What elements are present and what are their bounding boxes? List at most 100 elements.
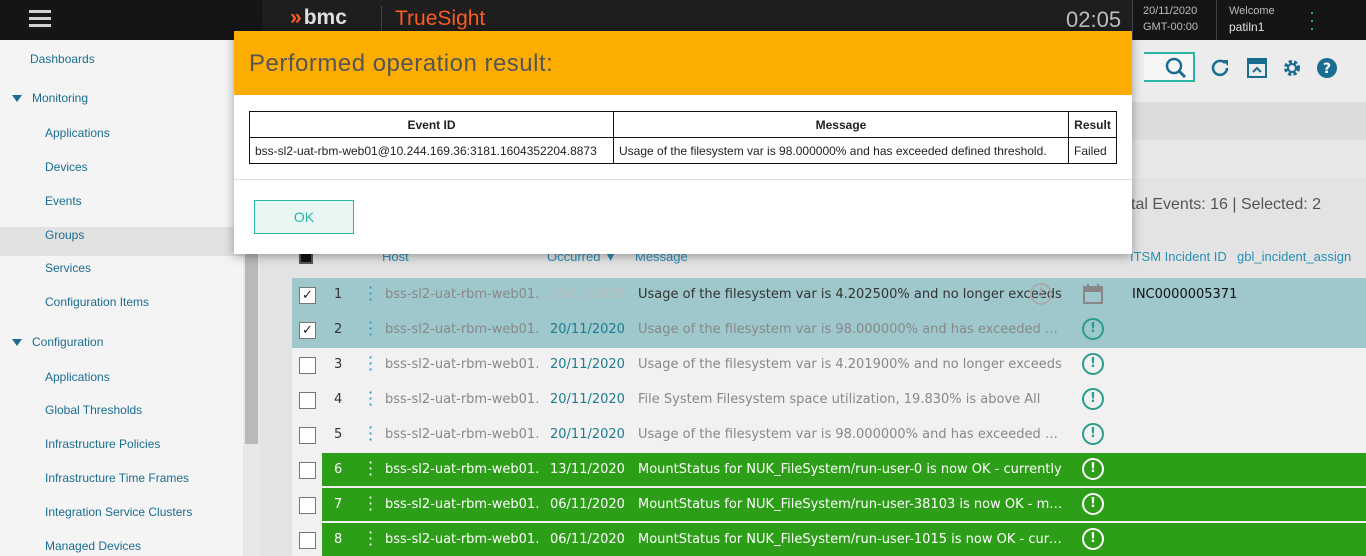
alert-icon[interactable]: ! bbox=[1082, 458, 1104, 480]
result-table-row: bss-sl2-uat-rbm-web01@10.244.169.36:3181… bbox=[249, 137, 1117, 164]
date-box: 20/11/2020 GMT-00:00 bbox=[1132, 0, 1216, 40]
row-actions-icon[interactable]: · · · bbox=[368, 385, 374, 413]
row-checkbox[interactable]: ✓ bbox=[299, 287, 316, 304]
table-row[interactable]: 5 · · · bss-sl2-uat-rbm-web01. 20/11/2020 … bbox=[292, 418, 1366, 453]
more-options-icon[interactable]: · · · bbox=[1305, 3, 1319, 37]
row-actions-icon[interactable]: · · · bbox=[368, 350, 374, 378]
alert-icon[interactable]: ! bbox=[1082, 423, 1104, 445]
alert-icon[interactable]: ! bbox=[1082, 353, 1104, 375]
row-occurred: 20/11/2020 bbox=[550, 357, 625, 372]
ok-button[interactable]: OK bbox=[254, 200, 354, 234]
row-message: Usage of the filesystem var is 98.000000… bbox=[638, 427, 1064, 442]
row-number: 7 bbox=[334, 497, 343, 512]
table-row[interactable]: 7 · · · bss-sl2-uat-rbm-web01. 06/11/2020 … bbox=[292, 488, 1366, 523]
sidebar-section-monitoring[interactable]: Monitoring bbox=[12, 91, 88, 105]
row-actions-icon[interactable]: · · · bbox=[368, 315, 374, 343]
row-number: 8 bbox=[334, 532, 343, 547]
menu-icon[interactable] bbox=[29, 10, 51, 28]
row-checkbox[interactable] bbox=[299, 532, 316, 549]
table-row[interactable]: 4 · · · bss-sl2-uat-rbm-web01. 20/11/2020 … bbox=[292, 383, 1366, 418]
row-occurred: 20/11/2020 bbox=[550, 322, 625, 337]
table-row[interactable]: 6 · · · bss-sl2-uat-rbm-web01. 13/11/2020 … bbox=[292, 453, 1366, 488]
sidebar-item-configuration-items[interactable]: Configuration Items bbox=[45, 295, 149, 309]
sidebar-item-managed-devices[interactable]: Managed Devices bbox=[45, 539, 141, 553]
row-checkbox[interactable] bbox=[299, 497, 316, 514]
row-occurred: 20/11/2020 bbox=[550, 392, 625, 407]
user-box[interactable]: Welcome patiln1 bbox=[1216, 0, 1296, 40]
row-host: bss-sl2-uat-rbm-web01. bbox=[385, 427, 540, 442]
alert-icon[interactable]: ! bbox=[1082, 388, 1104, 410]
sidebar-item-global-thresholds[interactable]: Global Thresholds bbox=[45, 403, 142, 417]
sidebar-item-config-applications[interactable]: Applications bbox=[45, 370, 110, 384]
header-message: Message bbox=[613, 111, 1069, 138]
result-table: Event ID Message Result bss-sl2-uat-rbm-… bbox=[249, 111, 1117, 164]
row-occurred: 06/11/2020 bbox=[550, 497, 625, 512]
row-message: File System Filesystem space utilization… bbox=[638, 392, 1041, 407]
clock: 02:05 bbox=[1066, 7, 1122, 32]
search-button[interactable] bbox=[1144, 52, 1195, 82]
alert-icon[interactable]: ! bbox=[1082, 528, 1104, 550]
result-table-header: Event ID Message Result bbox=[249, 111, 1117, 138]
row-checkbox[interactable] bbox=[299, 392, 316, 409]
alert-icon[interactable]: ! bbox=[1082, 493, 1104, 515]
sidebar-item-groups[interactable]: Groups bbox=[45, 228, 84, 242]
username: patiln1 bbox=[1229, 20, 1265, 34]
sidebar-item-devices[interactable]: Devices bbox=[45, 160, 88, 174]
row-incident-id: INC0000005371 bbox=[1132, 287, 1238, 302]
calendar-icon[interactable] bbox=[1082, 283, 1104, 305]
sidebar-item-integration-service-clusters[interactable]: Integration Service Clusters bbox=[45, 505, 192, 519]
row-number: 5 bbox=[334, 427, 343, 442]
row-checkbox[interactable] bbox=[299, 357, 316, 374]
gear-icon[interactable] bbox=[1280, 56, 1304, 80]
table-row[interactable]: 3 · · · bss-sl2-uat-rbm-web01. 20/11/2020 … bbox=[292, 348, 1366, 383]
alert-icon[interactable]: ! bbox=[1030, 283, 1052, 305]
table-row[interactable]: 8 · · · bss-sl2-uat-rbm-web01. 06/11/2020 … bbox=[292, 523, 1366, 556]
header-event-id: Event ID bbox=[249, 111, 614, 138]
table-row[interactable]: ✓ 1 · · · bss-sl2-uat-rbm-web01. 20/11/202… bbox=[292, 278, 1366, 313]
row-message: MountStatus for NUK_FileSystem/run-user-… bbox=[638, 532, 1064, 547]
sidebar-section-configuration[interactable]: Configuration bbox=[12, 335, 103, 349]
dialog-header: Performed operation result: bbox=[234, 31, 1132, 95]
dialog-divider bbox=[234, 179, 1132, 180]
column-itsm-incident[interactable]: ITSM Incident ID bbox=[1130, 249, 1227, 264]
row-checkbox[interactable] bbox=[299, 427, 316, 444]
date-text: 20/11/2020 bbox=[1143, 5, 1198, 17]
alert-icon[interactable]: ! bbox=[1082, 318, 1104, 340]
sidebar-item-events[interactable]: Events bbox=[45, 194, 82, 208]
row-host: bss-sl2-uat-rbm-web01. bbox=[385, 287, 540, 302]
row-checkbox[interactable]: ✓ bbox=[299, 322, 316, 339]
operation-result-dialog: Performed operation result: Event ID Mes… bbox=[234, 31, 1132, 254]
sidebar: Dashboards Monitoring Applications Devic… bbox=[0, 40, 260, 556]
row-actions-icon[interactable]: · · · bbox=[368, 280, 374, 308]
row-host: bss-sl2-uat-rbm-web01. bbox=[385, 462, 540, 477]
row-actions-icon[interactable]: · · · bbox=[368, 420, 374, 448]
row-number: 4 bbox=[334, 392, 343, 407]
cell-result: Failed bbox=[1068, 137, 1117, 164]
brand-separator bbox=[381, 6, 382, 34]
bmc-logo: »bmc bbox=[290, 6, 347, 29]
event-totals: tal Events: 16 | Selected: 2 bbox=[1131, 196, 1322, 213]
sidebar-item-infrastructure-policies[interactable]: Infrastructure Policies bbox=[45, 437, 160, 451]
search-icon bbox=[1165, 57, 1187, 79]
row-checkbox[interactable] bbox=[299, 462, 316, 479]
row-actions-icon[interactable]: · · · bbox=[368, 525, 374, 553]
sidebar-item-services[interactable]: Services bbox=[45, 261, 91, 275]
chevron-down-icon bbox=[12, 95, 22, 103]
row-message: Usage of the filesystem var is 4.201900%… bbox=[638, 357, 1062, 372]
product-name: TrueSight bbox=[395, 7, 486, 30]
table-row[interactable]: ✓ 2 · · · bss-sl2-uat-rbm-web01. 20/11/202… bbox=[292, 313, 1366, 348]
window-icon[interactable] bbox=[1245, 56, 1269, 80]
sidebar-item-applications[interactable]: Applications bbox=[45, 126, 110, 140]
sidebar-item-dashboards[interactable]: Dashboards bbox=[30, 52, 95, 66]
row-host: bss-sl2-uat-rbm-web01. bbox=[385, 322, 540, 337]
row-actions-icon[interactable]: · · · bbox=[368, 455, 374, 483]
row-actions-icon[interactable]: · · · bbox=[368, 490, 374, 518]
svg-text:?: ? bbox=[1323, 61, 1331, 77]
refresh-icon[interactable] bbox=[1208, 56, 1232, 80]
column-gbl-incident-assign[interactable]: gbl_incident_assign bbox=[1237, 249, 1351, 264]
welcome-text: Welcome bbox=[1229, 5, 1275, 17]
sidebar-item-infrastructure-time-frames[interactable]: Infrastructure Time Frames bbox=[45, 471, 189, 485]
row-message: Usage of the filesystem var is 4.202500%… bbox=[638, 287, 1062, 302]
help-icon[interactable]: ? bbox=[1315, 56, 1339, 80]
sidebar-active-highlight bbox=[0, 227, 243, 256]
